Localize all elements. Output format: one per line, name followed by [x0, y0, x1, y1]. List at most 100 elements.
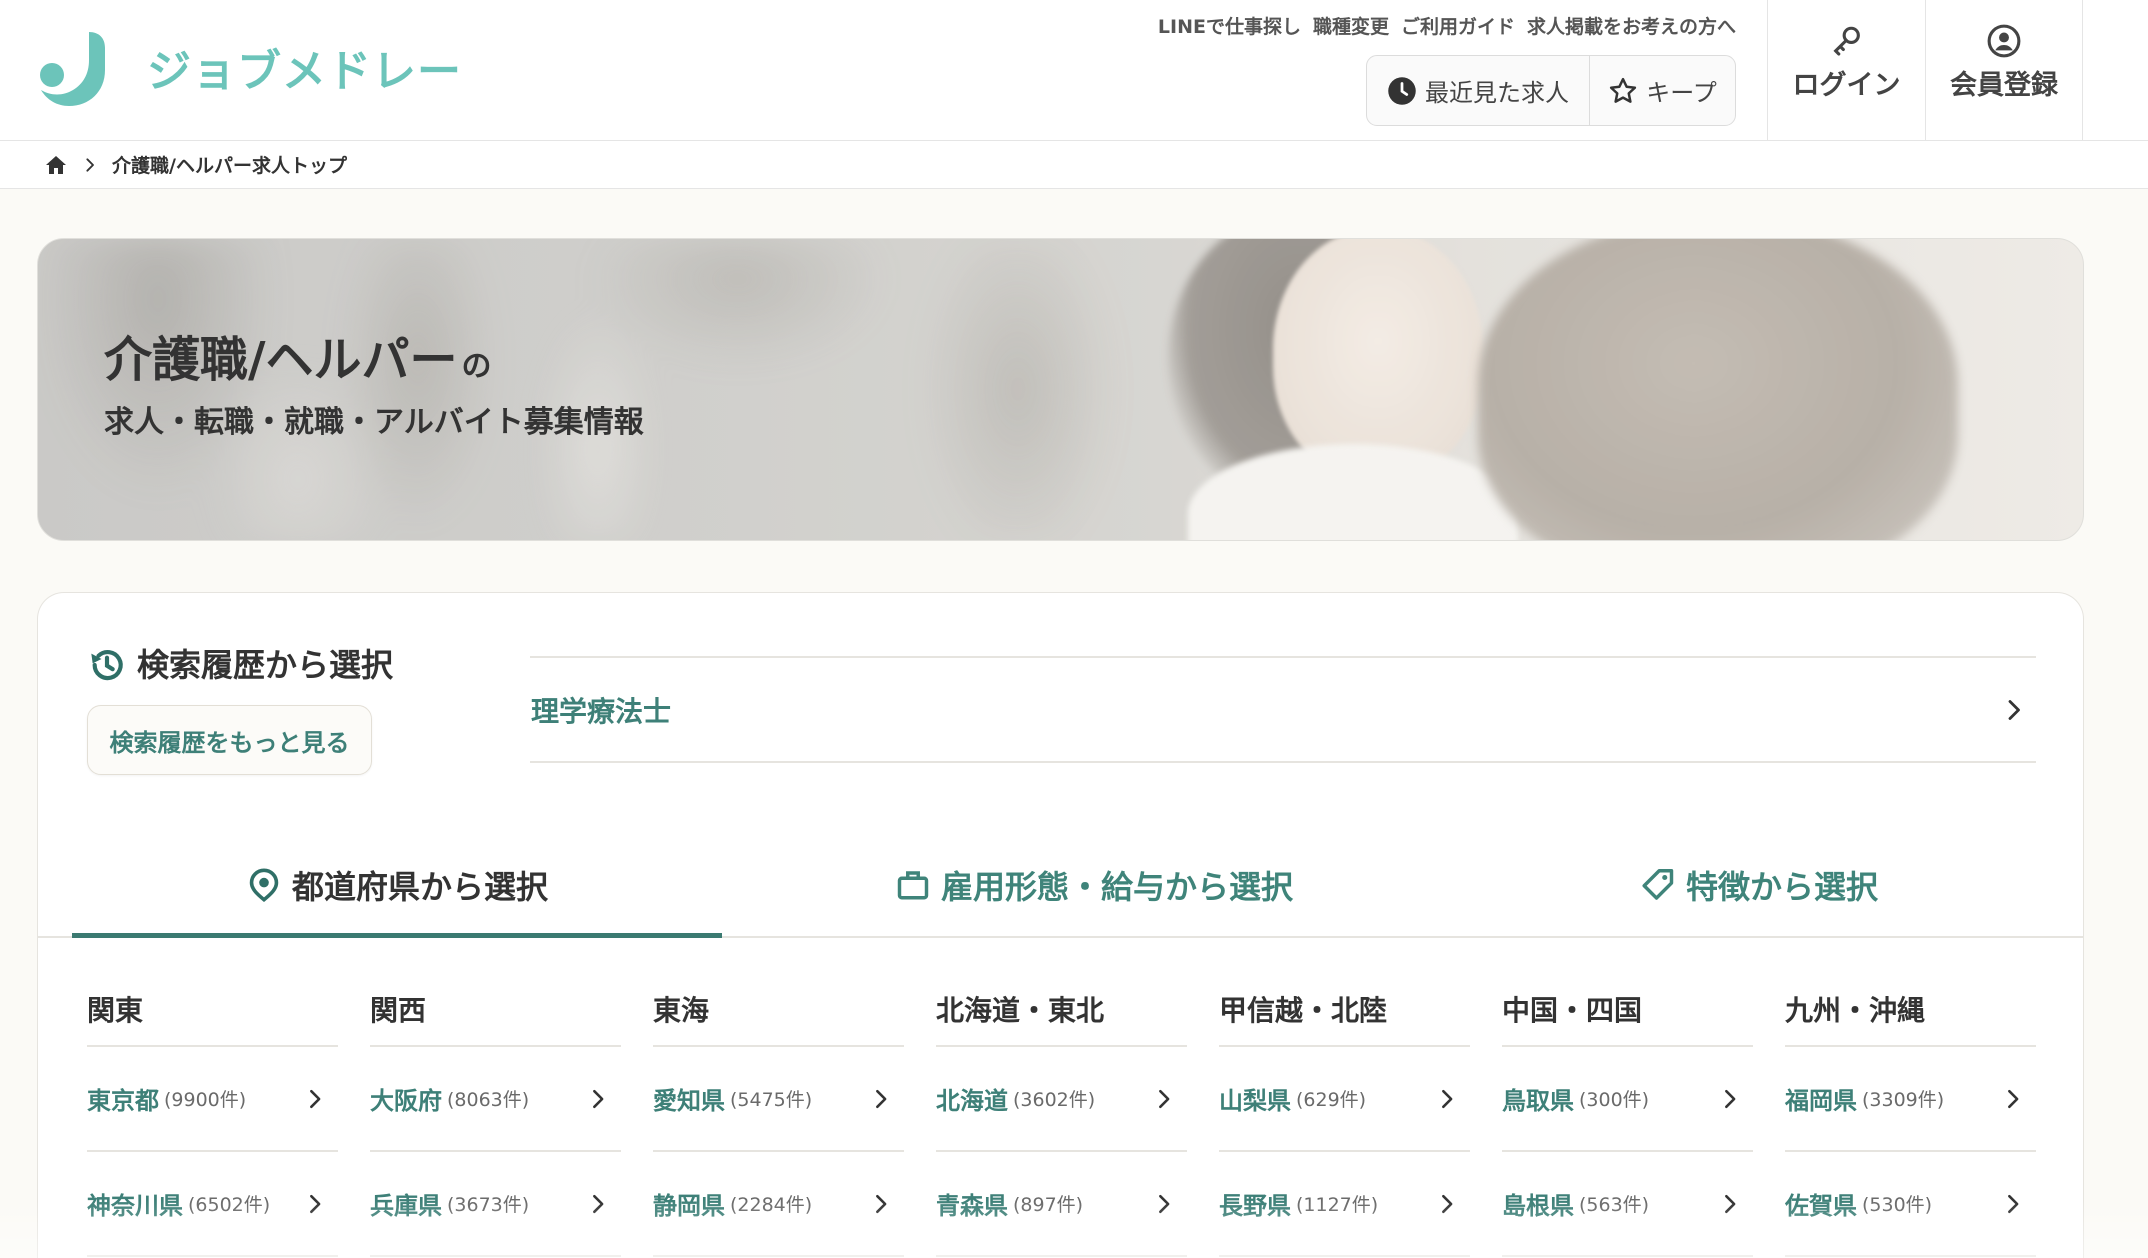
job-count: (3673件) — [447, 1194, 530, 1216]
prefecture-name: 鳥取県 — [1502, 1087, 1574, 1115]
change-occupation-link[interactable]: 職種変更 — [1313, 13, 1389, 41]
hero-title: 介護職/ヘルパーの — [104, 331, 492, 396]
job-count: (5475件) — [730, 1089, 813, 1111]
region-heading: 中国・四国 — [1502, 973, 1753, 1047]
utility-links: LINEで仕事探し 職種変更 ご利用ガイド 求人掲載をお考えの方へ — [1158, 13, 1736, 41]
prefecture-name: 愛知県 — [653, 1087, 725, 1115]
chevron-right-icon — [1719, 1193, 1741, 1215]
breadcrumb-current: 介護職/ヘルパー求人トップ — [112, 155, 347, 177]
home-icon[interactable] — [44, 153, 68, 177]
region-column: 中国・四国 鳥取県 (300件) 島根県 (563件) — [1502, 973, 1753, 1257]
prefecture-name: 長野県 — [1219, 1192, 1291, 1220]
chevron-right-icon — [587, 1193, 609, 1215]
job-count: (3602件) — [1013, 1089, 1096, 1111]
prefecture-name: 青森県 — [936, 1192, 1008, 1220]
tab-employment-salary[interactable]: 雇用形態・給与から選択 — [769, 833, 1419, 936]
prefecture-link[interactable]: 佐賀県 (530件) — [1785, 1152, 2036, 1257]
prefecture-name: 兵庫県 — [370, 1192, 442, 1220]
prefecture-link[interactable]: 山梨県 (629件) — [1219, 1047, 1470, 1152]
region-column: 東海 愛知県 (5475件) 静岡県 (2284件) — [653, 973, 904, 1257]
job-count: (530件) — [1862, 1194, 1933, 1216]
hero-title-particle: の — [461, 349, 492, 384]
region-heading: 関西 — [370, 973, 621, 1047]
region-heading: 九州・沖縄 — [1785, 973, 2036, 1047]
job-count: (1127件) — [1296, 1194, 1379, 1216]
chevron-right-icon — [1153, 1088, 1175, 1110]
map-pin-icon — [246, 867, 282, 903]
prefecture-link[interactable]: 福岡県 (3309件) — [1785, 1047, 2036, 1152]
hero-banner: 介護職/ヘルパーの 求人・転職・就職・アルバイト募集情報 — [37, 238, 2084, 541]
prefecture-link[interactable]: 愛知県 (5475件) — [653, 1047, 904, 1152]
chevron-right-icon — [1436, 1088, 1458, 1110]
search-history-item-label: 理学療法士 — [531, 694, 672, 728]
region-column: 甲信越・北陸 山梨県 (629件) 長野県 (1127件) — [1219, 973, 1470, 1257]
prefecture-link[interactable]: 大阪府 (8063件) — [370, 1047, 621, 1152]
tab-prefecture[interactable]: 都道府県から選択 — [72, 833, 722, 938]
region-heading: 甲信越・北陸 — [1219, 973, 1470, 1047]
more-history-button[interactable]: 検索履歴をもっと見る — [87, 705, 372, 775]
region-column: 関西 大阪府 (8063件) 兵庫県 (3673件) — [370, 973, 621, 1257]
chevron-right-icon — [2002, 698, 2026, 722]
chevron-right-icon — [304, 1193, 326, 1215]
key-icon — [1830, 24, 1864, 58]
prefecture-name: 佐賀県 — [1785, 1192, 1857, 1220]
login-button[interactable]: ログイン — [1767, 0, 1925, 140]
chevron-right-icon — [870, 1193, 892, 1215]
region-heading: 東海 — [653, 973, 904, 1047]
region-heading: 関東 — [87, 973, 338, 1047]
hero-title-main: 介護職/ヘルパー — [104, 332, 458, 388]
prefecture-link[interactable]: 長野県 (1127件) — [1219, 1152, 1470, 1257]
login-label: ログイン — [1792, 70, 1901, 101]
prefecture-name: 北海道 — [936, 1087, 1008, 1115]
chevron-right-icon — [82, 157, 98, 173]
register-button[interactable]: 会員登録 — [1925, 0, 2083, 140]
breadcrumb: 介護職/ヘルパー求人トップ — [0, 141, 2148, 189]
search-history-title: 検索履歴から選択 — [137, 646, 394, 684]
site-logo[interactable]: ジョブメドレー — [37, 30, 467, 110]
search-card: 検索履歴から選択 検索履歴をもっと見る 理学療法士 都道府県から選択 雇用形態・… — [37, 592, 2084, 1258]
job-count: (3309件) — [1862, 1089, 1945, 1111]
job-count: (897件) — [1013, 1194, 1084, 1216]
tab-features[interactable]: 特徴から選択 — [1434, 833, 2084, 936]
region-heading: 北海道・東北 — [936, 973, 1187, 1047]
site-header: ジョブメドレー LINEで仕事探し 職種変更 ご利用ガイド 求人掲載をお考えの方… — [0, 0, 2148, 141]
chevron-right-icon — [870, 1088, 892, 1110]
logo-icon — [37, 30, 119, 108]
prefecture-link[interactable]: 神奈川県 (6502件) — [87, 1152, 338, 1257]
line-job-search-link[interactable]: LINEで仕事探し — [1158, 13, 1301, 41]
user-circle-icon — [1987, 24, 2021, 58]
tab-employment-salary-label: 雇用形態・給与から選択 — [940, 867, 1293, 906]
for-employers-link[interactable]: 求人掲載をお考えの方へ — [1527, 13, 1736, 41]
prefecture-link[interactable]: 兵庫県 (3673件) — [370, 1152, 621, 1257]
prefecture-link[interactable]: 鳥取県 (300件) — [1502, 1047, 1753, 1152]
prefecture-name: 福岡県 — [1785, 1087, 1857, 1115]
prefecture-link[interactable]: 青森県 (897件) — [936, 1152, 1187, 1257]
search-history-heading: 検索履歴から選択 — [87, 643, 393, 687]
recent-jobs-button[interactable]: 最近見た求人 — [1367, 56, 1590, 125]
job-count: (9900件) — [164, 1089, 247, 1111]
job-count: (6502件) — [188, 1194, 271, 1216]
search-history-list: 理学療法士 — [530, 656, 2036, 763]
prefecture-name: 大阪府 — [370, 1087, 442, 1115]
prefecture-link[interactable]: 静岡県 (2284件) — [653, 1152, 904, 1257]
search-history-item[interactable]: 理学療法士 — [530, 658, 2036, 763]
prefecture-name: 神奈川県 — [87, 1192, 183, 1220]
prefecture-link[interactable]: 北海道 (3602件) — [936, 1047, 1187, 1152]
job-count: (563件) — [1579, 1194, 1650, 1216]
prefecture-link[interactable]: 島根県 (563件) — [1502, 1152, 1753, 1257]
tab-features-label: 特徴から選択 — [1685, 867, 1878, 906]
star-icon — [1608, 76, 1638, 106]
chevron-right-icon — [304, 1088, 326, 1110]
prefecture-link[interactable]: 東京都 (9900件) — [87, 1047, 338, 1152]
chevron-right-icon — [1436, 1193, 1458, 1215]
chevron-right-icon — [2002, 1088, 2024, 1110]
user-guide-link[interactable]: ご利用ガイド — [1401, 13, 1515, 41]
job-count: (629件) — [1296, 1089, 1367, 1111]
search-tabs: 都道府県から選択 雇用形態・給与から選択 特徴から選択 — [38, 833, 2083, 938]
hero-subtitle: 求人・転職・就職・アルバイト募集情報 — [104, 405, 644, 440]
recent-keep-group: 最近見た求人 キープ — [1366, 55, 1736, 126]
keep-button[interactable]: キープ — [1590, 56, 1735, 125]
region-column: 九州・沖縄 福岡県 (3309件) 佐賀県 (530件) — [1785, 973, 2036, 1257]
chevron-right-icon — [1719, 1088, 1741, 1110]
region-grid: 関東 東京都 (9900件) 神奈川県 (6502件) 関西 大阪府 (8063… — [87, 973, 2036, 1257]
